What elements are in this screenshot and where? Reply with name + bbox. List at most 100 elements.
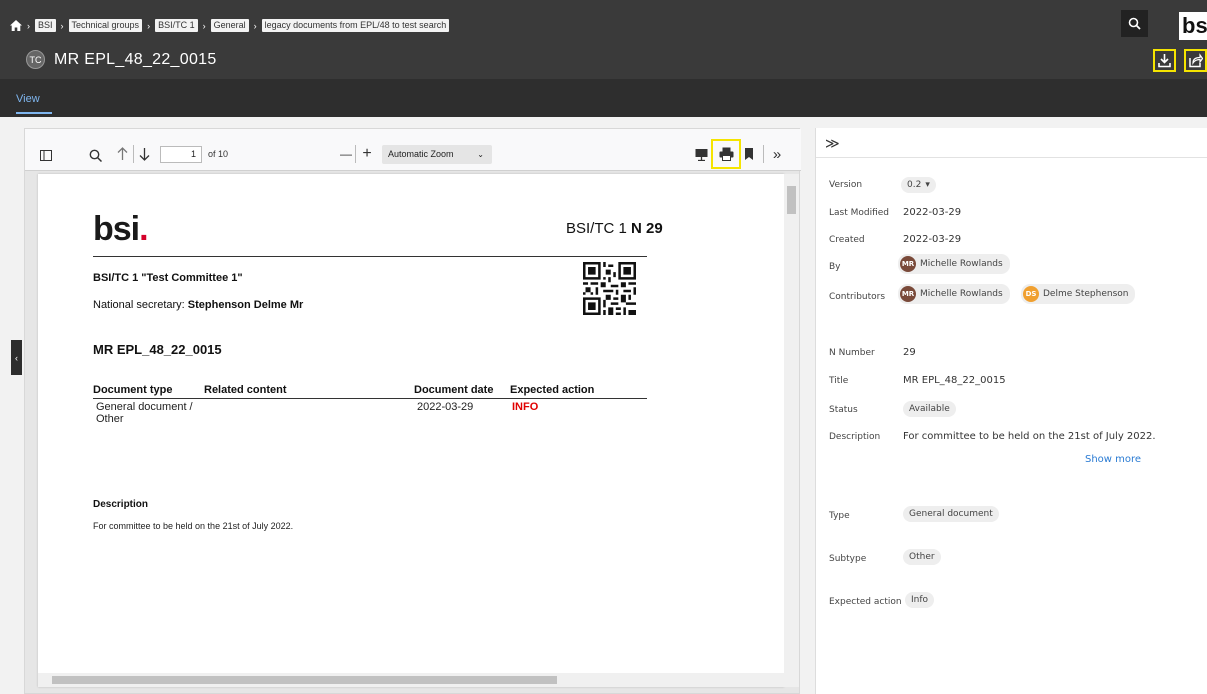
pdf-toolbar: 1 of 10 — + Automatic Zoom ⌄ » — [25, 129, 801, 171]
status-badge: Available — [903, 401, 956, 417]
subtype-badge: Other — [903, 549, 941, 565]
zoom-in-button[interactable]: + — [360, 145, 374, 163]
tab-view[interactable]: View — [16, 93, 40, 105]
label-subtype: Subtype — [829, 554, 867, 564]
download-icon — [1158, 54, 1171, 68]
user-name: Michelle Rowlands — [920, 259, 1003, 269]
presentation-mode-button[interactable] — [694, 147, 708, 161]
breadcrumb-item-technical-groups[interactable]: Technical groups — [68, 19, 143, 32]
page-title: MR EPL_48_22_0015 — [54, 50, 217, 68]
horizontal-scroll-thumb[interactable] — [52, 676, 557, 684]
chevron-right-icon: › — [202, 20, 206, 31]
download-button[interactable] — [1153, 49, 1176, 72]
presentation-icon — [695, 148, 707, 161]
print-icon — [719, 147, 733, 161]
value-last-modified: 2022-03-29 — [903, 207, 962, 218]
search-icon — [89, 149, 102, 162]
table-header-document-type: Document type — [93, 384, 173, 396]
zoom-select-value: Automatic Zoom — [388, 149, 454, 159]
chevron-left-icon: ‹ — [15, 352, 18, 363]
avatar: MR — [900, 286, 916, 302]
avatar: MR — [900, 256, 916, 272]
user-chip-by[interactable]: MR Michelle Rowlands — [898, 254, 1010, 274]
reference-number: N 29 — [631, 220, 663, 237]
collapse-panel-icon[interactable]: ≫ — [825, 135, 840, 152]
arrow-down-icon — [139, 148, 149, 161]
breadcrumb: › BSI › Technical groups › BSI/TC 1 › Ge… — [10, 19, 450, 32]
tab-active-indicator — [16, 112, 52, 114]
panel-header: ≫ — [816, 128, 1207, 158]
zoom-select[interactable]: Automatic Zoom ⌄ — [382, 145, 492, 164]
label-title: Title — [829, 376, 849, 386]
sidebar-toggle-button[interactable] — [39, 148, 53, 162]
label-expected-action: Expected action — [829, 597, 902, 607]
version-select[interactable]: 0.2 ▾ — [901, 177, 936, 193]
vertical-scrollbar[interactable] — [784, 174, 799, 687]
divider — [93, 256, 647, 257]
qr-code — [583, 262, 636, 315]
expand-left-button[interactable]: ‹ — [11, 340, 22, 375]
document-reference: BSI/TC 1 N 29 — [566, 220, 663, 237]
label-version: Version — [829, 180, 863, 190]
tools-menu-button[interactable]: » — [769, 145, 785, 163]
search-button[interactable] — [1121, 10, 1148, 37]
caret-down-icon: ▾ — [925, 180, 930, 190]
previous-page-button[interactable] — [115, 146, 129, 162]
label-status: Status — [829, 405, 858, 415]
national-secretary: National secretary: Stephenson Delme Mr — [93, 299, 303, 311]
next-page-button[interactable] — [137, 146, 151, 162]
cell-document-type: General document / Other — [96, 401, 193, 425]
value-title: MR EPL_48_22_0015 — [903, 375, 1006, 386]
label-contributors: Contributors — [829, 292, 886, 302]
home-icon[interactable] — [10, 20, 22, 32]
description-heading: Description — [93, 499, 149, 510]
secretary-name: Stephenson Delme Mr — [187, 299, 304, 311]
breadcrumb-item-bsi[interactable]: BSI — [35, 19, 56, 32]
table-header-rule — [93, 398, 647, 399]
table-header-expected-action: Expected action — [510, 384, 595, 396]
description-text: For committee to be held on the 21st of … — [93, 521, 294, 531]
share-button[interactable] — [1184, 49, 1207, 72]
user-chip-contributor[interactable]: DS Delme Stephenson — [1021, 284, 1136, 304]
find-button[interactable] — [87, 147, 103, 163]
avatar: DS — [1023, 286, 1039, 302]
vertical-scroll-thumb[interactable] — [787, 186, 796, 214]
toolbar-separator — [133, 145, 134, 163]
chevron-down-icon: ⌄ — [477, 150, 484, 159]
value-n-number: 29 — [903, 347, 916, 358]
breadcrumb-item-committee[interactable]: BSI/TC 1 — [155, 19, 198, 32]
breadcrumb-item-folder[interactable]: legacy documents from EPL/48 to test sea… — [261, 19, 450, 32]
bsi-logo-text: bsi — [93, 210, 140, 248]
label-by: By — [829, 262, 841, 272]
version-value: 0.2 — [907, 180, 922, 190]
show-more-link[interactable]: Show more — [1085, 454, 1141, 465]
tab-bar: View — [0, 79, 1207, 117]
zoom-out-button[interactable]: — — [340, 146, 352, 162]
tc-badge: TC — [26, 50, 45, 69]
bookmark-button[interactable] — [744, 147, 754, 161]
chevron-right-icon: › — [147, 20, 151, 31]
table-header-document-date: Document date — [414, 384, 494, 396]
value-description: For committee to be held on the 21st of … — [903, 431, 1156, 442]
label-last-modified: Last Modified — [829, 208, 890, 218]
breadcrumb-item-general[interactable]: General — [210, 19, 249, 32]
bsi-logo: bsi. — [93, 210, 149, 249]
bsi-logo-dot: . — [139, 210, 149, 248]
arrow-up-icon — [117, 147, 127, 160]
value-created: 2022-03-29 — [903, 234, 962, 245]
pdf-page: bsi. BSI/TC 1 N 29 BSI/TC 1 "Test Commit… — [38, 174, 784, 687]
user-chip-contributor[interactable]: MR Michelle Rowlands — [898, 284, 1010, 304]
label-description: Description — [829, 432, 881, 442]
print-button[interactable] — [711, 139, 741, 169]
label-created: Created — [829, 235, 865, 245]
chevron-right-icon: › — [27, 20, 30, 31]
committee-name: BSI/TC 1 "Test Committee 1" — [93, 272, 243, 284]
chevron-right-icon: › — [60, 20, 64, 31]
page-number-input[interactable]: 1 — [160, 146, 202, 163]
page-count: of 10 — [208, 149, 229, 159]
properties-panel: ≫ Version 0.2 ▾ Last Modified 2022-03-29 … — [815, 128, 1207, 694]
expected-action-badge: Info — [905, 592, 935, 608]
horizontal-scrollbar[interactable] — [38, 673, 784, 687]
top-bar: › BSI › Technical groups › BSI/TC 1 › Ge… — [0, 0, 1207, 79]
cell-expected-action: INFO — [512, 401, 539, 413]
